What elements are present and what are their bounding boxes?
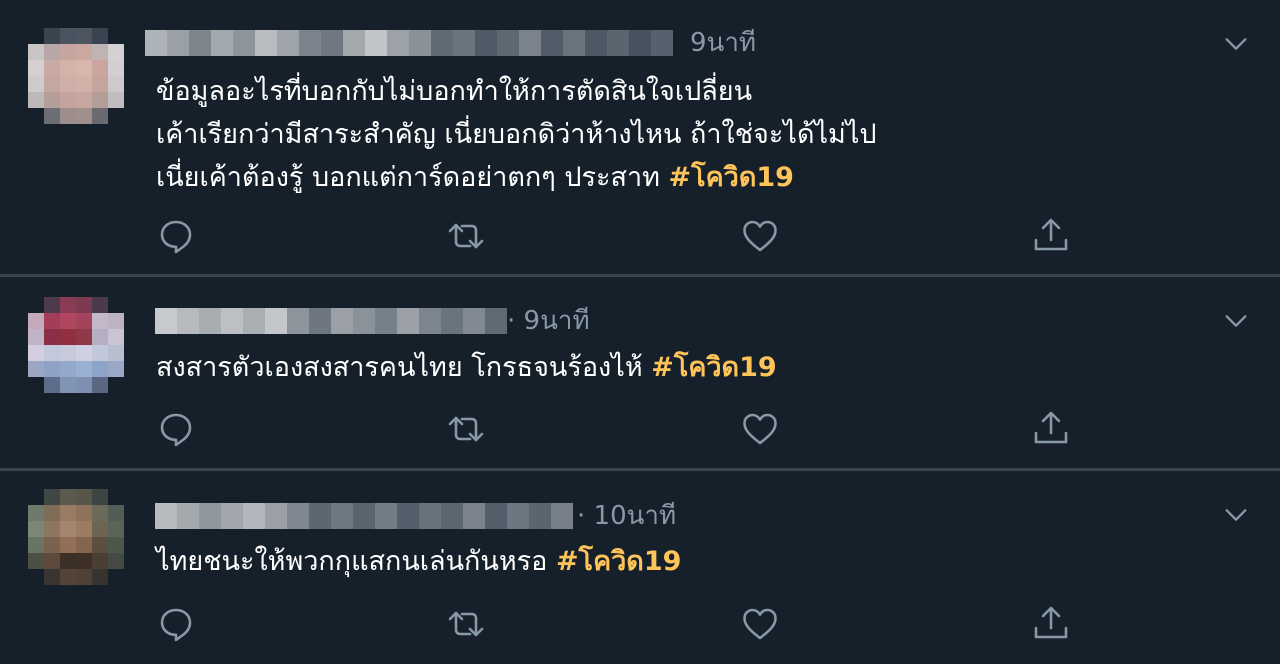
retweet-icon[interactable] — [446, 216, 486, 256]
avatar[interactable] — [28, 297, 124, 393]
tweet-text-line: เค้าเรียกว่ามีสาระสำคัญ เนี่ยบอกดิว่าห้า… — [156, 119, 877, 150]
tweet-text-segment: สงสารตัวเองสงสารคนไทย โกรธจนร้องไห้ — [156, 352, 652, 383]
avatar[interactable] — [28, 28, 124, 124]
reply-icon[interactable] — [156, 409, 196, 449]
user-handle-blurred[interactable] — [155, 308, 507, 334]
retweet-icon[interactable] — [446, 604, 486, 644]
tweet-text-line: สงสารตัวเองสงสารคนไทย โกรธจนร้องไห้ #โคว… — [156, 346, 777, 389]
share-icon[interactable] — [1031, 216, 1071, 256]
retweet-icon[interactable] — [446, 409, 486, 449]
tweet-text-line: ไทยชนะให้พวกกุแสกนเล่นกันหรอ #โควิด19 — [156, 540, 681, 583]
tweet-timestamp[interactable]: · 10นาที — [577, 500, 676, 532]
tweet-text-segment: ไทยชนะให้พวกกุแสกนเล่นกันหรอ — [156, 546, 556, 577]
chevron-down-icon[interactable] — [1222, 30, 1250, 58]
chevron-down-icon[interactable] — [1222, 307, 1250, 335]
chevron-down-icon[interactable] — [1222, 501, 1250, 529]
tweet-text: ไทยชนะให้พวกกุแสกนเล่นกันหรอ #โควิด19 — [156, 540, 681, 583]
hashtag-link[interactable]: #โควิด19 — [651, 352, 776, 383]
tweet-text-line: ข้อมูลอะไรที่บอกกับไม่บอกทำให้การตัดสินใ… — [156, 76, 753, 107]
user-handle-blurred[interactable] — [145, 30, 673, 56]
timeline-feed: 9นาที ข้อมูลอะไรที่บอกกับไม่บอกทำให้การต… — [0, 0, 1280, 664]
tweet-timestamp[interactable]: · 9นาที — [507, 305, 590, 337]
tweet-text: ข้อมูลอะไรที่บอกกับไม่บอกทำให้การตัดสินใ… — [156, 70, 877, 199]
hashtag-link[interactable]: #โควิด19 — [669, 162, 794, 193]
tweet-text-line: เนี่ยเค้าต้องรู้ บอกแต่การ์ดอย่าตกๆ ประส… — [156, 156, 877, 199]
heart-icon[interactable] — [740, 216, 780, 256]
heart-icon[interactable] — [740, 604, 780, 644]
tweet-1[interactable]: 9นาที ข้อมูลอะไรที่บอกกับไม่บอกทำให้การต… — [0, 0, 1280, 276]
share-icon[interactable] — [1031, 604, 1071, 644]
tweet-2[interactable]: · 9นาที สงสารตัวเองสงสารคนไทย โกรธจนร้อง… — [0, 277, 1280, 469]
tweet-3[interactable]: · 10นาที ไทยชนะให้พวกกุแสกนเล่นกันหรอ #โ… — [0, 471, 1280, 664]
user-handle-blurred[interactable] — [155, 503, 573, 529]
tweet-text: สงสารตัวเองสงสารคนไทย โกรธจนร้องไห้ #โคว… — [156, 346, 777, 389]
reply-icon[interactable] — [156, 604, 196, 644]
avatar[interactable] — [28, 489, 124, 585]
reply-icon[interactable] — [156, 216, 196, 256]
tweet-text-segment: เนี่ยเค้าต้องรู้ บอกแต่การ์ดอย่าตกๆ ประส… — [156, 162, 660, 193]
tweet-timestamp[interactable]: 9นาที — [690, 27, 756, 59]
hashtag-link[interactable]: #โควิด19 — [556, 546, 681, 577]
heart-icon[interactable] — [740, 409, 780, 449]
share-icon[interactable] — [1031, 409, 1071, 449]
